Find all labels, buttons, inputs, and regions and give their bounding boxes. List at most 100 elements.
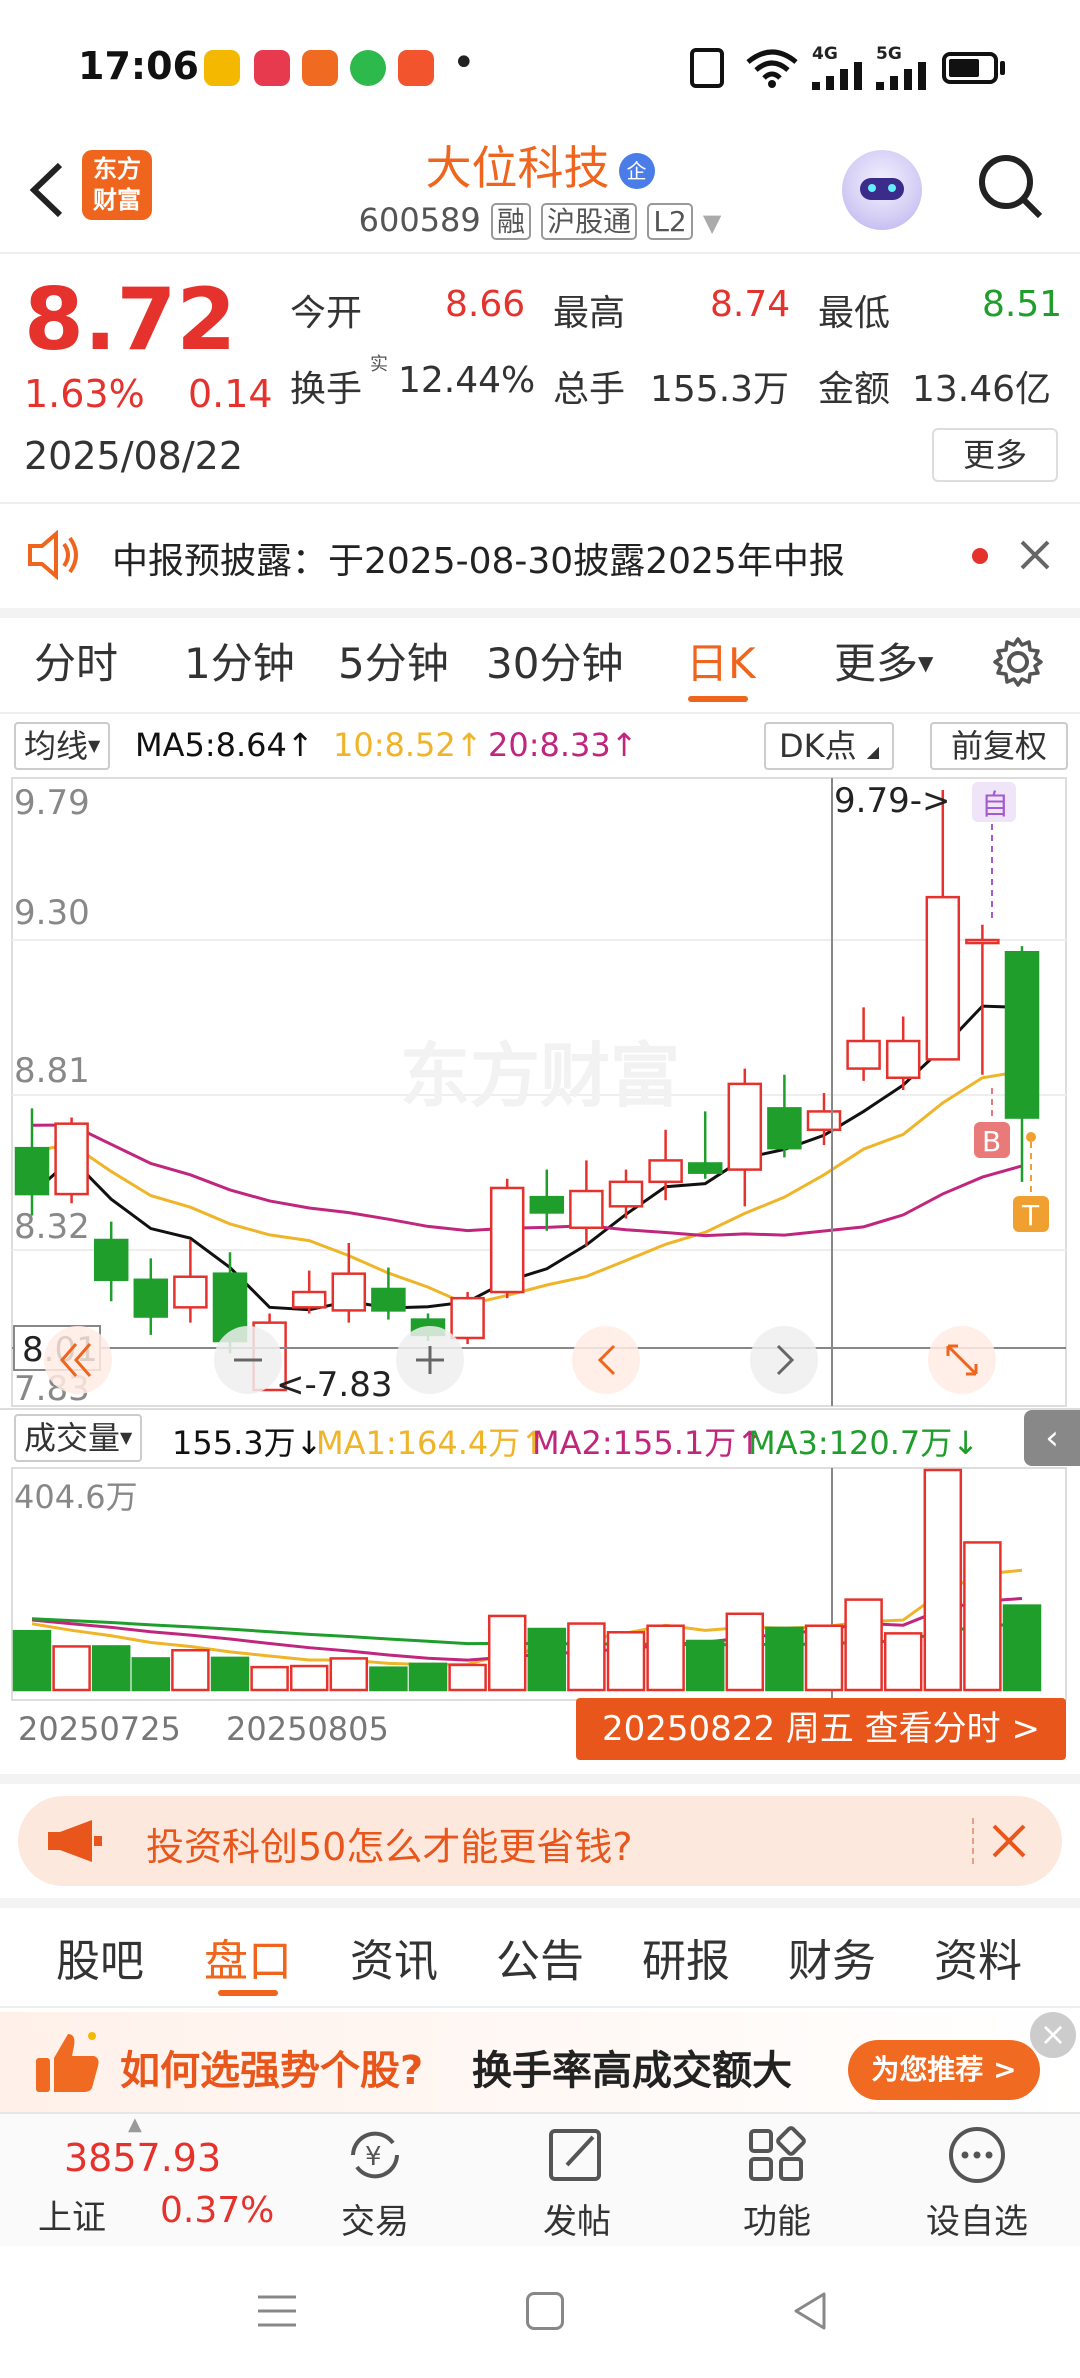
tab-news[interactable]: 资讯 <box>350 1925 438 1989</box>
current-price: 8.72 <box>24 270 237 370</box>
promo-close-icon[interactable]: × <box>1030 2012 1076 2058</box>
gear-icon[interactable] <box>992 636 1044 688</box>
status-bar: 17:06 • 4G 5G <box>0 0 1080 125</box>
candle-up <box>806 1110 842 1132</box>
home-icon[interactable] <box>526 2292 564 2330</box>
ad-banner[interactable]: 投资科创50怎么才能更省钱? <box>18 1796 1062 1886</box>
divider <box>0 1898 1080 1908</box>
ma20-line <box>31 1123 1023 1238</box>
zoom-in-icon[interactable] <box>396 1326 464 1394</box>
marker-t: T <box>1021 1199 1040 1232</box>
caret-down-icon: ▼ <box>120 1428 133 1447</box>
adjust-button[interactable]: 前复权 <box>930 722 1068 770</box>
low-label: 最低 <box>818 293 891 334</box>
index-value[interactable]: 3857.93 <box>64 2136 221 2180</box>
nav-post[interactable]: 发帖 <box>502 2125 652 2243</box>
megaphone-icon <box>48 1820 102 1862</box>
menu-icon[interactable] <box>254 2292 300 2330</box>
nav-add-watchlist[interactable]: 设自选 <box>902 2125 1052 2243</box>
notice-red-dot <box>972 548 988 564</box>
index-name: 上证 <box>38 2198 106 2238</box>
candle-down <box>371 1287 406 1312</box>
more-button[interactable]: 更多 <box>932 428 1058 482</box>
tab-announcements[interactable]: 公告 <box>496 1925 584 1989</box>
edit-icon <box>549 2129 601 2181</box>
chevron-down-icon: ▼ <box>702 209 722 237</box>
more-dots-icon <box>949 2127 1005 2183</box>
volume-bar <box>91 1645 131 1692</box>
search-icon[interactable] <box>976 152 1046 222</box>
ma5-value: MA5:8.64↑ <box>135 726 314 764</box>
dk-point-button[interactable]: DK点 ◢ <box>764 722 894 770</box>
ma-dropdown[interactable]: 均线▼ <box>14 722 111 770</box>
tab-more[interactable]: 更多▼ <box>834 630 933 691</box>
high-marker: 9.79-> <box>834 781 950 821</box>
back-nav-icon[interactable] <box>790 2290 830 2332</box>
candle-up <box>291 1290 327 1309</box>
volume-bar <box>765 1626 804 1692</box>
promo-banner[interactable]: 如何选强势个股? 换手率高成交额大 为您推荐 > × <box>0 2012 1080 2112</box>
volume-bar <box>171 1648 210 1692</box>
tab-pankou[interactable]: 盘口 <box>204 1925 292 1989</box>
volume-bar <box>289 1664 329 1692</box>
marker-zi: 自 <box>981 788 1009 821</box>
tab-fenshi[interactable]: 分时 <box>34 630 118 691</box>
candlestick-chart[interactable]: 东方财富 9.79 9.30 8.81 8.32 7.83 8.01 9.79-… <box>0 770 1080 1410</box>
volume-current: 155.3万↓ <box>172 1424 323 1462</box>
close-icon[interactable] <box>990 1822 1028 1860</box>
caret-down-icon: ▼ <box>88 736 101 755</box>
volume-bar <box>883 1632 923 1692</box>
candle-up <box>885 1039 921 1080</box>
scroll-left-left-icon[interactable] <box>44 1326 112 1394</box>
tab-active-underline <box>218 1990 278 1996</box>
amount-value: 13.46亿 <box>912 369 1052 410</box>
tab-5min[interactable]: 5分钟 <box>338 630 449 691</box>
nav-functions[interactable]: 功能 <box>702 2125 852 2243</box>
step-left-icon[interactable] <box>572 1326 640 1394</box>
candle-up <box>727 1082 763 1171</box>
robot-assistant-icon[interactable] <box>842 150 922 230</box>
tab-1min[interactable]: 1分钟 <box>184 630 295 691</box>
signal-4g-label: 4G <box>812 44 838 64</box>
view-intraday-button[interactable]: 20250822 周五 查看分时 > <box>576 1698 1066 1760</box>
candle-down <box>687 1162 723 1174</box>
volume-bar <box>448 1663 487 1692</box>
tab-active-underline <box>688 696 748 702</box>
tab-profile[interactable]: 资料 <box>934 1925 1022 1989</box>
close-icon[interactable] <box>1018 538 1052 572</box>
tab-research[interactable]: 研报 <box>642 1925 730 1989</box>
candle-up <box>173 1275 208 1309</box>
ma10-value: 10:8.52↑ <box>333 726 483 764</box>
candle-up <box>965 938 1000 945</box>
tab-guba[interactable]: 股吧 <box>56 1925 144 1989</box>
divider <box>0 502 1080 504</box>
volume-bar <box>646 1624 685 1692</box>
collapse-panel-button[interactable]: ‹ <box>1024 1410 1080 1466</box>
notice-text[interactable]: 中报预披露：于2025-08-30披露2025年中报 <box>112 532 845 584</box>
tab-30min[interactable]: 30分钟 <box>486 630 623 691</box>
volume-bar <box>725 1612 765 1692</box>
volume-bar <box>606 1631 646 1692</box>
ma20-value: 20:8.33↑ <box>488 726 638 764</box>
volume-ma2: MA2:155.1万↑ <box>532 1424 764 1462</box>
volume-chart[interactable]: 404.6万 <box>0 1466 1080 1706</box>
fullscreen-icon[interactable] <box>928 1326 996 1394</box>
candle-down <box>14 1146 50 1196</box>
signal-4g-icon <box>812 62 862 90</box>
tab-finance[interactable]: 财务 <box>788 1925 876 1989</box>
nav-trade[interactable]: ¥ 交易 <box>300 2125 450 2243</box>
high-value: 8.74 <box>710 284 791 325</box>
promo-recommend-button[interactable]: 为您推荐 > <box>848 2040 1040 2100</box>
candle-up <box>450 1296 485 1340</box>
marker-b: B <box>982 1125 1001 1158</box>
dk-point-label: DK点 <box>778 727 857 765</box>
step-right-icon[interactable] <box>750 1326 818 1394</box>
volume-ma1: MA1:164.4万↑ <box>316 1424 548 1462</box>
open-value: 8.66 <box>445 284 526 325</box>
volume-bar <box>210 1656 250 1692</box>
volume-dropdown[interactable]: 成交量▼ <box>14 1414 143 1462</box>
candle-down <box>767 1107 802 1150</box>
zoom-out-icon[interactable] <box>214 1326 282 1394</box>
tab-daily-k[interactable]: 日K <box>686 630 756 691</box>
nav-post-label: 发帖 <box>543 2202 611 2242</box>
